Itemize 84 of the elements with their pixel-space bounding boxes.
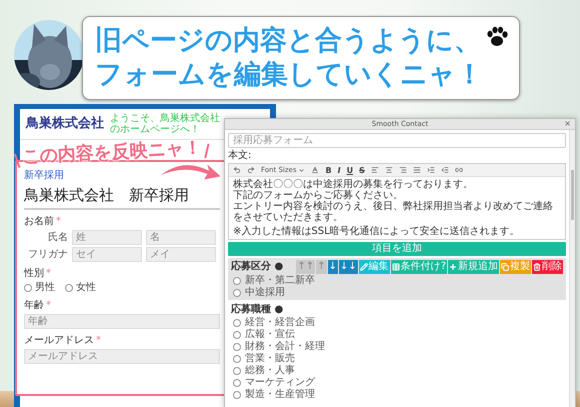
welcome-text: ようこそ、鳥巣株式会社のホームページへ！: [110, 113, 221, 135]
item-label: 応募区分 ●: [231, 261, 284, 273]
align-right-icon[interactable]: [398, 166, 407, 174]
radio-button[interactable]: [233, 330, 241, 338]
radio-label: 女性: [76, 282, 96, 294]
radio-button[interactable]: [233, 378, 241, 386]
table-icon: [392, 263, 400, 271]
category-tag: 新卒採用: [24, 170, 220, 182]
edit-button[interactable]: 編集: [358, 260, 390, 274]
form-heading: 鳥巣株式会社 新卒採用: [24, 185, 220, 210]
text-field[interactable]: 名: [146, 230, 216, 245]
move-button[interactable]: ↓↓: [338, 260, 358, 274]
text-field[interactable]: 年齢: [24, 314, 220, 329]
text-field[interactable]: メールアドレス: [24, 349, 220, 364]
add-button[interactable]: 新規追加: [448, 260, 499, 274]
required-mark: *: [96, 335, 101, 347]
align-justify-icon[interactable]: [412, 166, 421, 174]
row-label: 氏名: [47, 232, 68, 244]
text-field[interactable]: 姓: [72, 230, 142, 245]
pencil-icon: [360, 263, 368, 271]
body-label: 本文:: [228, 150, 252, 161]
body-text-line: ※入力した情報はSSL暗号化通信によって安全に送信されます。: [233, 226, 521, 237]
field-label: 性別: [24, 268, 44, 280]
outdent-icon[interactable]: [440, 166, 449, 174]
field-label: お名前: [24, 216, 54, 228]
radio-button[interactable]: [233, 288, 241, 296]
add-item-button[interactable]: 項目を追加: [228, 242, 566, 256]
body-text-line: 下記のフォームからご応募ください。: [233, 190, 404, 201]
option-label: 広報・宣伝: [245, 329, 295, 340]
caret-icon: [298, 166, 306, 174]
radio-button[interactable]: [24, 284, 32, 292]
item-label: 応募職種 ●: [231, 304, 284, 316]
condition-button[interactable]: 条件付け?: [390, 260, 447, 274]
radio-button[interactable]: [233, 366, 241, 374]
format-button[interactable]: U: [346, 166, 354, 174]
plus-icon: [449, 263, 457, 271]
required-mark: *: [56, 216, 61, 228]
copy-button[interactable]: 複製: [500, 260, 531, 274]
option-label: 財務・会計・経理: [245, 341, 325, 352]
row-label: フリガナ: [27, 248, 68, 260]
close-button[interactable]: ×: [564, 119, 571, 129]
format-button[interactable]: B: [325, 166, 332, 174]
indent-icon[interactable]: [426, 166, 435, 174]
radio-button[interactable]: [233, 318, 241, 326]
scrollbar-thumb[interactable]: [571, 170, 574, 220]
undo-icon[interactable]: [233, 166, 241, 174]
bubble-text-line: 旧ページの内容と合うように、: [95, 24, 481, 58]
move-button[interactable]: ↓: [328, 260, 338, 274]
option-label: 総務・人事: [245, 365, 295, 376]
radio-button[interactable]: [233, 390, 241, 398]
option-label: 新卒・第二新卒: [245, 275, 315, 286]
required-mark: *: [46, 268, 51, 280]
text-color-icon[interactable]: [311, 166, 320, 174]
link-icon[interactable]: [454, 166, 463, 174]
radio-button[interactable]: [233, 276, 241, 284]
radio-button[interactable]: [233, 354, 241, 362]
align-center-icon[interactable]: [384, 166, 393, 174]
radio-button[interactable]: [233, 342, 241, 350]
option-label: 中途採用: [245, 287, 285, 298]
text-field[interactable]: メイ: [146, 247, 216, 262]
trash-icon: [533, 263, 541, 271]
required-mark: *: [46, 300, 51, 312]
redo-icon[interactable]: [247, 166, 255, 174]
company-name: 鳥巣株式会社: [26, 114, 104, 132]
text-field[interactable]: セイ: [72, 247, 142, 262]
option-label: マーケティング: [245, 377, 315, 388]
format-button[interactable]: I: [338, 166, 341, 174]
field-label: メールアドレス: [24, 335, 94, 347]
bubble-text-line: フォームを編集していくニャ！: [95, 58, 483, 92]
paw-icon: [485, 25, 509, 49]
form-title-field[interactable]: 採用応募フォーム: [228, 133, 566, 148]
radio-label: 男性: [35, 282, 55, 294]
format-button[interactable]: S: [359, 166, 365, 174]
option-label: 営業・販売: [245, 353, 295, 364]
emphasis-mark-icon: [203, 142, 210, 160]
option-label: 経営・経営企画: [245, 317, 315, 328]
body-text-line: エントリー内容を検討のうえ、後日、弊社採用担当者より改めてご連絡をさせていただきます。: [233, 201, 554, 223]
delete-button[interactable]: 削除: [532, 260, 563, 274]
field-label: 年齢: [24, 300, 44, 312]
radio-button[interactable]: [65, 284, 73, 292]
body-text-line: 株式会社〇〇〇は中途採用の募集を行っております。: [233, 179, 474, 190]
copy-icon: [501, 263, 509, 271]
align-left-icon[interactable]: [370, 166, 379, 174]
option-label: 製造・生産管理: [245, 389, 315, 400]
